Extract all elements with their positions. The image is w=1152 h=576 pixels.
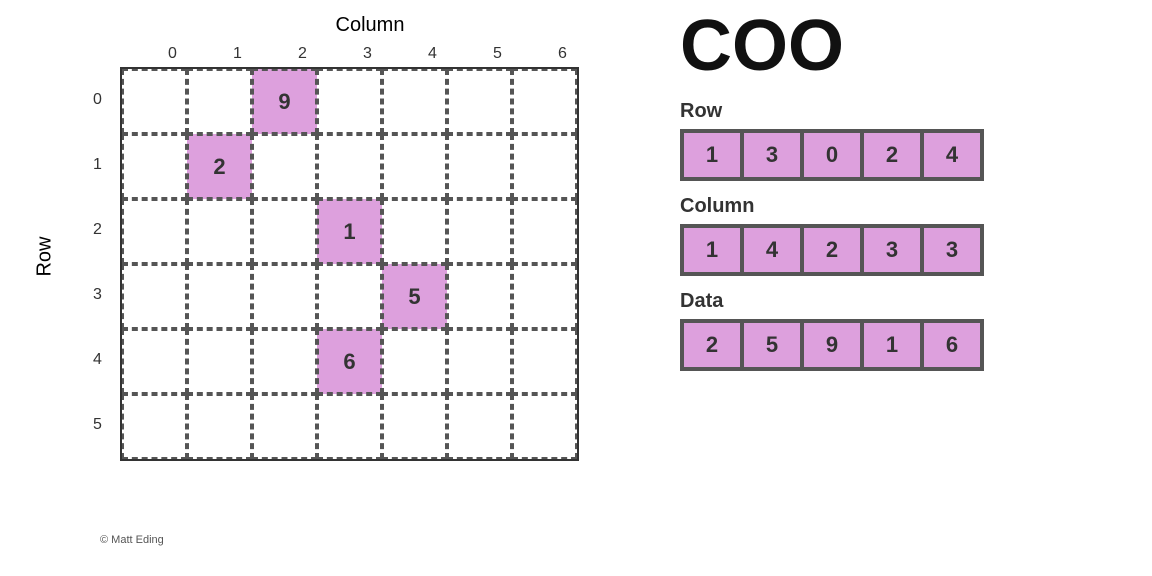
grid-cell-5-2 [252, 394, 317, 459]
column-array-cell-4: 3 [922, 226, 982, 274]
grid-cell-4-5 [447, 329, 512, 394]
row-array-cell-1: 3 [742, 131, 802, 179]
grid-cell-3-2 [252, 264, 317, 329]
col-index-4: 4 [400, 45, 465, 63]
row-index-3: 3 [80, 262, 115, 327]
data-array-label: Data [680, 290, 1132, 313]
row-array-section: Row 13024 [680, 100, 1132, 181]
grid-cell-4-2 [252, 329, 317, 394]
row-title-label: Row [34, 236, 57, 276]
grid-cell-0-5 [447, 69, 512, 134]
data-array-cell-1: 5 [742, 321, 802, 369]
row-indices: 0 1 2 3 4 5 [80, 67, 115, 461]
column-title-label: Column [80, 0, 660, 37]
grid-cell-4-4 [382, 329, 447, 394]
grid-cell-2-1 [187, 199, 252, 264]
col-index-6: 6 [530, 45, 595, 63]
data-array-section: Data 25916 [680, 290, 1132, 371]
grid-cell-1-2 [252, 134, 317, 199]
grid-cell-0-4 [382, 69, 447, 134]
grid-cell-1-4 [382, 134, 447, 199]
grid-cell-4-3: 6 [317, 329, 382, 394]
grid-cell-5-0 [122, 394, 187, 459]
data-array: 25916 [680, 319, 984, 371]
grid-cell-0-6 [512, 69, 577, 134]
left-panel: Column Row 0 1 2 3 4 5 6 0 1 2 3 4 5 [0, 0, 660, 576]
grid-cell-2-5 [447, 199, 512, 264]
grid-cell-0-0 [122, 69, 187, 134]
grid-cell-2-6 [512, 199, 577, 264]
data-array-cell-4: 6 [922, 321, 982, 369]
grid-cell-5-1 [187, 394, 252, 459]
row-index-0: 0 [80, 67, 115, 132]
row-index-4: 4 [80, 327, 115, 392]
grid-cell-4-0 [122, 329, 187, 394]
row-array-cell-3: 2 [862, 131, 922, 179]
column-array: 14233 [680, 224, 984, 276]
column-array-cell-3: 3 [862, 226, 922, 274]
row-array-cell-2: 0 [802, 131, 862, 179]
col-index-2: 2 [270, 45, 335, 63]
grid-cell-1-0 [122, 134, 187, 199]
grid-cell-5-5 [447, 394, 512, 459]
grid-cell-1-5 [447, 134, 512, 199]
row-index-2: 2 [80, 197, 115, 262]
col-index-0: 0 [140, 45, 205, 63]
right-panel: COO Row 13024 Column 14233 Data 25916 [660, 0, 1152, 387]
grid-cell-5-3 [317, 394, 382, 459]
grid-cell-2-4 [382, 199, 447, 264]
row-array: 13024 [680, 129, 984, 181]
col-index-5: 5 [465, 45, 530, 63]
grid-cell-5-6 [512, 394, 577, 459]
matrix-grid: 92156 [120, 67, 579, 461]
col-index-1: 1 [205, 45, 270, 63]
grid-cell-1-3 [317, 134, 382, 199]
col-indices: 0 1 2 3 4 5 6 [140, 45, 660, 63]
grid-cell-2-3: 1 [317, 199, 382, 264]
grid-cell-0-2: 9 [252, 69, 317, 134]
row-index-5: 5 [80, 392, 115, 457]
grid-cell-4-6 [512, 329, 577, 394]
grid-cell-3-1 [187, 264, 252, 329]
grid-cell-0-1 [187, 69, 252, 134]
grid-cell-2-2 [252, 199, 317, 264]
grid-cell-3-0 [122, 264, 187, 329]
matrix-area: Row 0 1 2 3 4 5 6 0 1 2 3 4 5 92156 [80, 45, 660, 461]
grid-cell-1-1: 2 [187, 134, 252, 199]
row-index-1: 1 [80, 132, 115, 197]
column-array-cell-0: 1 [682, 226, 742, 274]
column-array-cell-2: 2 [802, 226, 862, 274]
data-array-cell-2: 9 [802, 321, 862, 369]
grid-cell-3-6 [512, 264, 577, 329]
coo-title: COO [680, 10, 1132, 82]
column-array-label: Column [680, 195, 1132, 218]
column-array-section: Column 14233 [680, 195, 1132, 276]
row-array-cell-4: 4 [922, 131, 982, 179]
column-array-cell-1: 4 [742, 226, 802, 274]
copyright-label: © Matt Eding [100, 534, 164, 546]
row-array-label: Row [680, 100, 1132, 123]
col-index-3: 3 [335, 45, 400, 63]
grid-cell-3-5 [447, 264, 512, 329]
grid-cell-3-4: 5 [382, 264, 447, 329]
matrix-body: 0 1 2 3 4 5 92156 [80, 67, 660, 461]
grid-cell-5-4 [382, 394, 447, 459]
data-array-cell-0: 2 [682, 321, 742, 369]
grid-cell-0-3 [317, 69, 382, 134]
data-array-cell-3: 1 [862, 321, 922, 369]
grid-cell-2-0 [122, 199, 187, 264]
grid-cell-4-1 [187, 329, 252, 394]
grid-cell-1-6 [512, 134, 577, 199]
row-array-cell-0: 1 [682, 131, 742, 179]
grid-cell-3-3 [317, 264, 382, 329]
